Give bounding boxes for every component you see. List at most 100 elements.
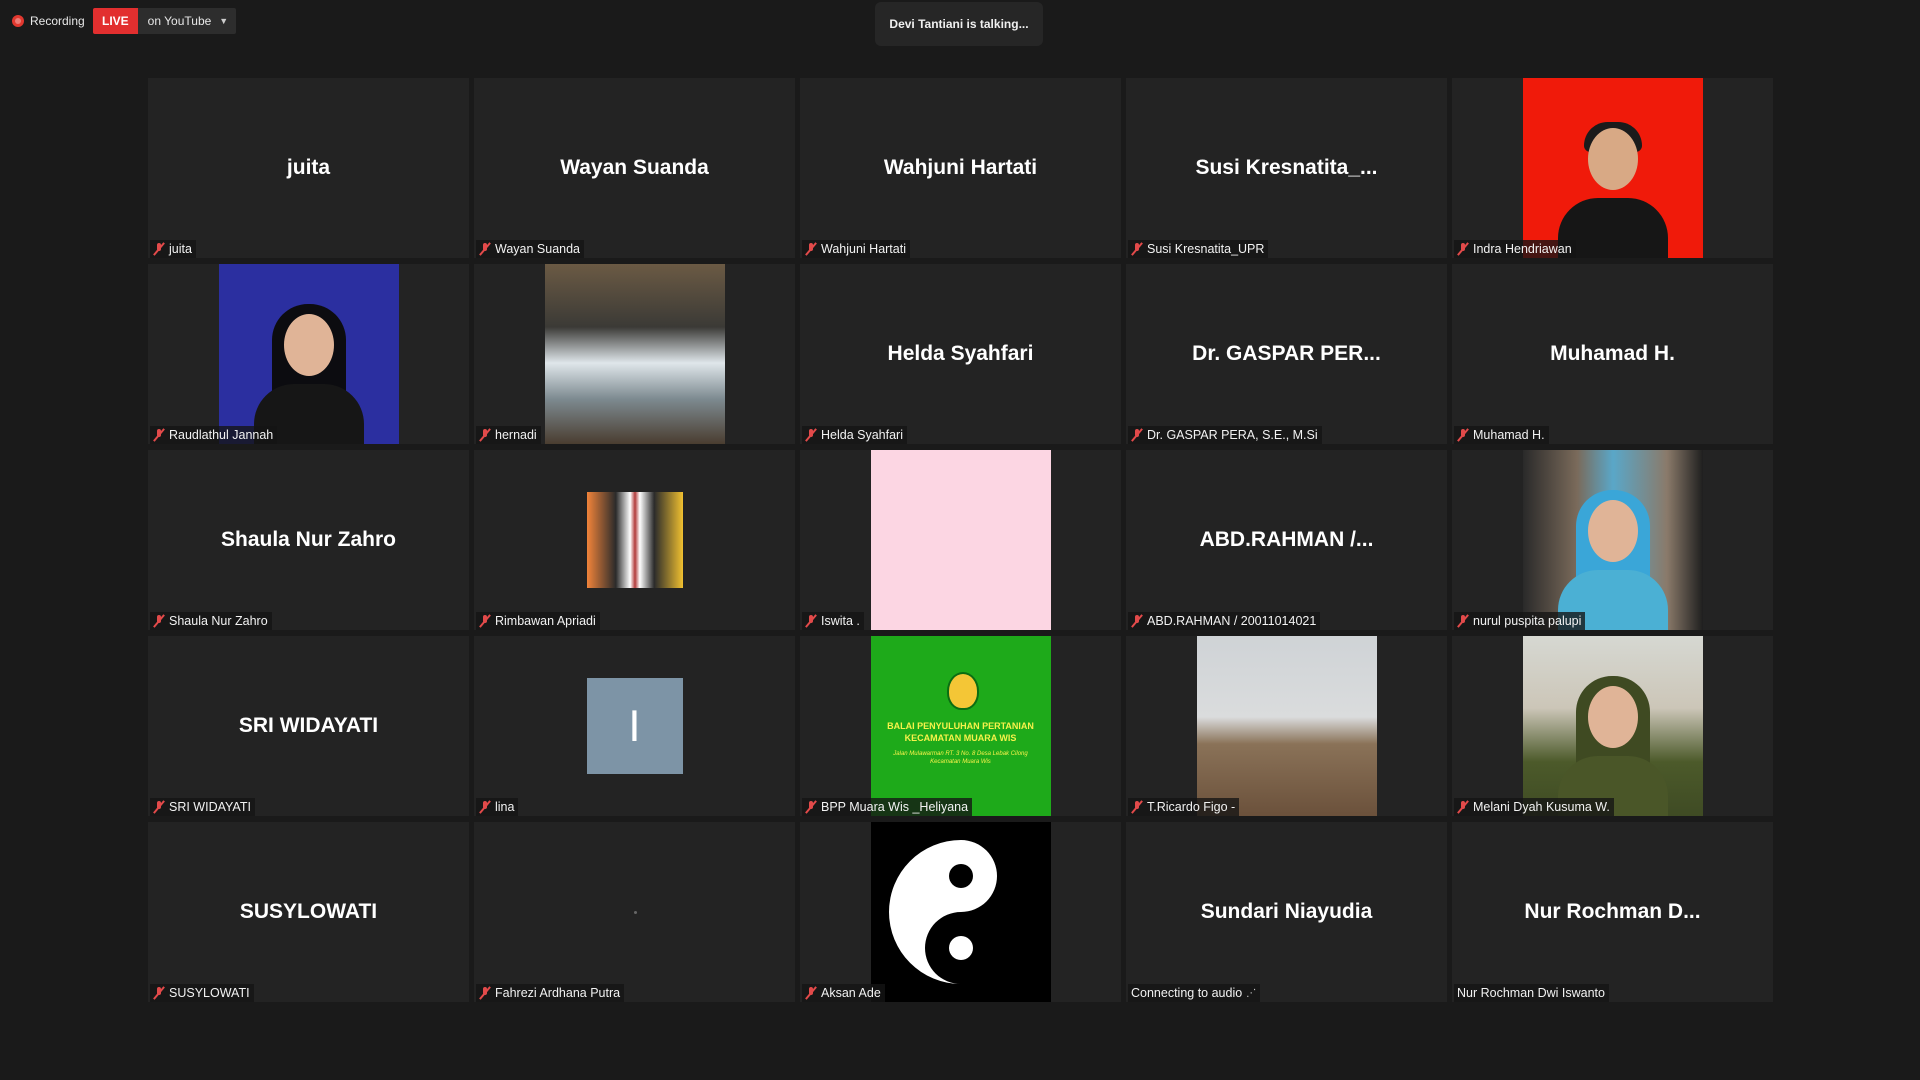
participant-video <box>1522 450 1703 630</box>
mic-muted-icon <box>153 986 165 1000</box>
participant-label: Rimbawan Apriadi <box>476 612 600 630</box>
participant-tile[interactable]: Susi Kresnatita_... Susi Kresnatita_UPR <box>1126 78 1447 258</box>
participant-label: nurul puspita palupi <box>1454 612 1586 630</box>
participant-display-name: Muhamad H. <box>1550 342 1675 365</box>
mic-muted-icon <box>153 800 165 814</box>
participant-tile[interactable]: Raudlathul Jannah <box>148 264 469 444</box>
mic-muted-icon <box>153 614 165 628</box>
participant-name: BPP Muara Wis _Heliyana <box>821 800 969 814</box>
participant-avatar: BALAI PENYULUHAN PERTANIAN KECAMATAN MUA… <box>870 636 1051 816</box>
participant-tile[interactable]: BALAI PENYULUHAN PERTANIAN KECAMATAN MUA… <box>800 636 1121 816</box>
live-destination-dropdown[interactable]: on YouTube ▼ <box>137 8 237 34</box>
gallery-grid: juita juita Wayan Suanda Wayan Suanda Wa… <box>148 78 1774 1002</box>
participant-name: Wayan Suanda <box>495 242 581 256</box>
participant-video <box>1522 636 1703 816</box>
participant-tile[interactable]: Fahrezi Ardhana Putra <box>474 822 795 1002</box>
mic-muted-icon <box>153 428 165 442</box>
participant-name: Indra Hendriawan <box>1473 242 1572 256</box>
participant-display-name: Shaula Nur Zahro <box>220 528 397 551</box>
participant-tile[interactable]: Nur Rochman D... Nur Rochman Dwi Iswanto <box>1452 822 1773 1002</box>
emblem-logo-icon <box>946 672 979 710</box>
participant-tile[interactable]: Rimbawan Apriadi <box>474 450 795 630</box>
participant-label: Susi Kresnatita_UPR <box>1128 240 1269 258</box>
participant-tile[interactable]: SUSYLOWATI SUSYLOWATI <box>148 822 469 1002</box>
mic-muted-icon <box>1131 800 1143 814</box>
participant-name: Iswita . <box>821 614 860 628</box>
participant-name: lina <box>495 800 515 814</box>
participant-display-name: Sundari Niayudia <box>1200 900 1373 923</box>
participant-tile[interactable]: Wayan Suanda Wayan Suanda <box>474 78 795 258</box>
participant-label: BPP Muara Wis _Heliyana <box>802 798 973 816</box>
participant-name: Helda Syahfari <box>821 428 903 442</box>
participant-label: Helda Syahfari <box>802 426 907 444</box>
participant-tile[interactable]: SRI WIDAYATI SRI WIDAYATI <box>148 636 469 816</box>
mic-muted-icon <box>1131 614 1143 628</box>
person-portrait <box>1557 490 1668 630</box>
participant-display-name: Dr. GASPAR PER... <box>1192 342 1381 365</box>
participant-tile[interactable]: hernadi <box>474 264 795 444</box>
participant-tile[interactable]: Iswita . <box>800 450 1121 630</box>
recording-indicator[interactable]: Recording <box>12 12 85 30</box>
participant-label: Wahjuni Hartati <box>802 240 910 258</box>
participant-tile[interactable]: juita juita <box>148 78 469 258</box>
participant-name: Fahrezi Ardhana Putra <box>495 986 621 1000</box>
participant-tile[interactable]: ABD.RAHMAN /... ABD.RAHMAN / 20011014021 <box>1126 450 1447 630</box>
participant-label: Aksan Ade <box>802 984 885 1002</box>
participant-name: Raudlathul Jannah <box>169 428 274 442</box>
participant-label: Iswita . <box>802 612 864 630</box>
recording-label: Recording <box>30 14 85 28</box>
participant-label: SRI WIDAYATI <box>150 798 255 816</box>
mic-muted-icon <box>805 242 817 256</box>
participant-name: Rimbawan Apriadi <box>495 614 596 628</box>
participant-name: Wahjuni Hartati <box>821 242 906 256</box>
recording-icon <box>12 15 24 27</box>
participant-tile[interactable]: Wahjuni Hartati Wahjuni Hartati <box>800 78 1121 258</box>
mic-muted-icon <box>1131 428 1143 442</box>
participant-video <box>1196 636 1377 816</box>
mic-muted-icon <box>805 614 817 628</box>
mic-muted-icon <box>479 986 491 1000</box>
participant-name: T.Ricardo Figo - <box>1147 800 1236 814</box>
participant-label: SUSYLOWATI <box>150 984 254 1002</box>
participant-tile[interactable]: T.Ricardo Figo - <box>1126 636 1447 816</box>
participant-display-name: SUSYLOWATI <box>239 900 378 923</box>
participant-label: Wayan Suanda <box>476 240 585 258</box>
mic-muted-icon <box>1457 800 1469 814</box>
participant-tile[interactable]: Helda Syahfari Helda Syahfari <box>800 264 1121 444</box>
participant-name: hernadi <box>495 428 537 442</box>
participant-tile[interactable]: Sundari Niayudia Connecting to audio ⋰ <box>1126 822 1447 1002</box>
participant-avatar <box>870 822 1051 1002</box>
participant-display-name: SRI WIDAYATI <box>238 714 379 737</box>
participant-tile[interactable]: Aksan Ade <box>800 822 1121 1002</box>
participant-tile[interactable]: Dr. GASPAR PER... Dr. GASPAR PERA, S.E.,… <box>1126 264 1447 444</box>
participant-name: Nur Rochman Dwi Iswanto <box>1457 986 1605 1000</box>
participant-name: SUSYLOWATI <box>169 986 250 1000</box>
participant-label: ABD.RAHMAN / 20011014021 <box>1128 612 1321 630</box>
participant-name: Shaula Nur Zahro <box>169 614 268 628</box>
participant-tile[interactable]: nurul puspita palupi <box>1452 450 1773 630</box>
live-badge: LIVE <box>93 8 138 34</box>
participant-tile[interactable]: I lina <box>474 636 795 816</box>
mic-muted-icon <box>1131 242 1143 256</box>
participant-tile[interactable]: Shaula Nur Zahro Shaula Nur Zahro <box>148 450 469 630</box>
logo-title: BALAI PENYULUHAN PERTANIAN KECAMATAN MUA… <box>887 721 1034 743</box>
participant-tile[interactable]: Indra Hendriawan <box>1452 78 1773 258</box>
live-stream-indicator[interactable]: LIVE on YouTube ▼ <box>93 8 237 34</box>
participant-tile[interactable]: Melani Dyah Kusuma W. <box>1452 636 1773 816</box>
participant-video <box>544 264 725 444</box>
participant-tile[interactable]: Muhamad H. Muhamad H. <box>1452 264 1773 444</box>
meeting-top-bar: Recording LIVE on YouTube ▼ Devi Tantian… <box>0 0 1920 46</box>
participant-video <box>1522 78 1703 258</box>
participant-label: Connecting to audio ⋰ <box>1128 984 1261 1002</box>
participant-display-name: juita <box>286 156 331 179</box>
participant-name: Melani Dyah Kusuma W. <box>1473 800 1610 814</box>
mic-muted-icon <box>479 242 491 256</box>
participant-avatar <box>586 492 683 588</box>
participant-name: Muhamad H. <box>1473 428 1545 442</box>
mic-muted-icon <box>805 986 817 1000</box>
participant-display-name: Wayan Suanda <box>560 156 709 179</box>
participant-label: Shaula Nur Zahro <box>150 612 272 630</box>
participant-name: Aksan Ade <box>821 986 881 1000</box>
active-speaker-indicator: Devi Tantiani is talking... <box>875 2 1043 46</box>
participant-avatar <box>870 450 1051 630</box>
